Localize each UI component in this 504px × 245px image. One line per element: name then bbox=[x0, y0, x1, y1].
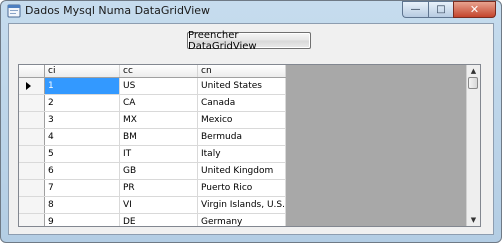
cell-cn[interactable]: Canada bbox=[197, 94, 286, 112]
cell-cn[interactable]: Bermuda bbox=[197, 128, 286, 146]
table-row: 9 DE Germany bbox=[19, 213, 286, 226]
scroll-up-button[interactable]: ▲ bbox=[467, 65, 480, 77]
row-header[interactable] bbox=[19, 128, 45, 146]
cell-cc[interactable]: MX bbox=[119, 111, 198, 129]
cell-cc[interactable]: US bbox=[119, 77, 198, 95]
data-grid-view[interactable]: ci cc cn 1 US United States 2 CA Canada … bbox=[18, 64, 481, 227]
cell-ci[interactable]: 1 bbox=[44, 77, 120, 95]
scroll-down-icon: ▼ bbox=[470, 216, 477, 224]
header-row: ci cc cn bbox=[19, 65, 286, 78]
table-row: 7 PR Puerto Rico bbox=[19, 179, 286, 197]
scroll-up-icon: ▲ bbox=[470, 67, 477, 75]
table-row: 5 IT Italy bbox=[19, 145, 286, 163]
cell-cc[interactable]: IT bbox=[119, 145, 198, 163]
cell-ci[interactable]: 9 bbox=[44, 213, 120, 226]
main-window: Dados Mysql Numa DataGridView — □ ✕ Pree… bbox=[0, 0, 502, 243]
cell-cn[interactable]: Italy bbox=[197, 145, 286, 163]
row-header[interactable] bbox=[19, 94, 45, 112]
close-icon: ✕ bbox=[469, 3, 480, 16]
cell-ci[interactable]: 8 bbox=[44, 196, 120, 214]
app-icon bbox=[7, 4, 21, 18]
form-client-area: Preencher DataGridView ci cc cn 1 US Uni… bbox=[8, 23, 494, 235]
column-header-ci[interactable]: ci bbox=[44, 65, 120, 78]
minimize-icon: — bbox=[410, 4, 421, 15]
maximize-button[interactable]: □ bbox=[428, 1, 453, 18]
window-title: Dados Mysql Numa DataGridView bbox=[25, 4, 211, 17]
row-header[interactable] bbox=[19, 213, 45, 226]
scroll-thumb[interactable] bbox=[468, 77, 478, 89]
table-row: 4 BM Bermuda bbox=[19, 128, 286, 146]
minimize-button[interactable]: — bbox=[402, 1, 428, 18]
table-row: 8 VI Virgin Islands, U.S. bbox=[19, 196, 286, 214]
cell-ci[interactable]: 3 bbox=[44, 111, 120, 129]
cell-cn[interactable]: Mexico bbox=[197, 111, 286, 129]
cell-cc[interactable]: BM bbox=[119, 128, 198, 146]
row-header[interactable] bbox=[19, 179, 45, 197]
row-header[interactable] bbox=[19, 162, 45, 180]
close-button[interactable]: ✕ bbox=[453, 1, 496, 18]
row-header[interactable] bbox=[19, 196, 45, 214]
table-row: 1 US United States bbox=[19, 77, 286, 95]
cell-cc[interactable]: VI bbox=[119, 196, 198, 214]
cell-cc[interactable]: PR bbox=[119, 179, 198, 197]
row-header[interactable] bbox=[19, 145, 45, 163]
table-row: 3 MX Mexico bbox=[19, 111, 286, 129]
cell-ci[interactable]: 5 bbox=[44, 145, 120, 163]
fill-datagridview-button[interactable]: Preencher DataGridView bbox=[187, 30, 311, 52]
grid-table: ci cc cn 1 US United States 2 CA Canada … bbox=[19, 65, 286, 226]
maximize-icon: □ bbox=[436, 4, 446, 15]
cell-ci[interactable]: 7 bbox=[44, 179, 120, 197]
caption-buttons: — □ ✕ bbox=[402, 1, 496, 19]
row-header[interactable] bbox=[19, 77, 45, 95]
current-row-arrow-icon bbox=[26, 82, 31, 90]
vertical-scrollbar[interactable]: ▲ ▼ bbox=[466, 65, 480, 226]
cell-cn[interactable]: United States bbox=[197, 77, 286, 95]
column-header-cn[interactable]: cn bbox=[197, 65, 286, 78]
cell-ci[interactable]: 4 bbox=[44, 128, 120, 146]
cell-cn[interactable]: Virgin Islands, U.S. bbox=[197, 196, 286, 214]
cell-ci[interactable]: 2 bbox=[44, 94, 120, 112]
cell-cn[interactable]: Puerto Rico bbox=[197, 179, 286, 197]
title-bar[interactable]: Dados Mysql Numa DataGridView — □ ✕ bbox=[1, 1, 501, 22]
cell-cn[interactable]: Germany bbox=[197, 213, 286, 226]
cell-cc[interactable]: CA bbox=[119, 94, 198, 112]
row-header[interactable] bbox=[19, 111, 45, 129]
scroll-down-button[interactable]: ▼ bbox=[467, 214, 480, 226]
top-left-header-cell[interactable] bbox=[19, 65, 45, 78]
table-row: 2 CA Canada bbox=[19, 94, 286, 112]
cell-cc[interactable]: GB bbox=[119, 162, 198, 180]
cell-ci[interactable]: 6 bbox=[44, 162, 120, 180]
table-row: 6 GB United Kingdom bbox=[19, 162, 286, 180]
cell-cc[interactable]: DE bbox=[119, 213, 198, 226]
cell-cn[interactable]: United Kingdom bbox=[197, 162, 286, 180]
column-header-cc[interactable]: cc bbox=[119, 65, 198, 78]
